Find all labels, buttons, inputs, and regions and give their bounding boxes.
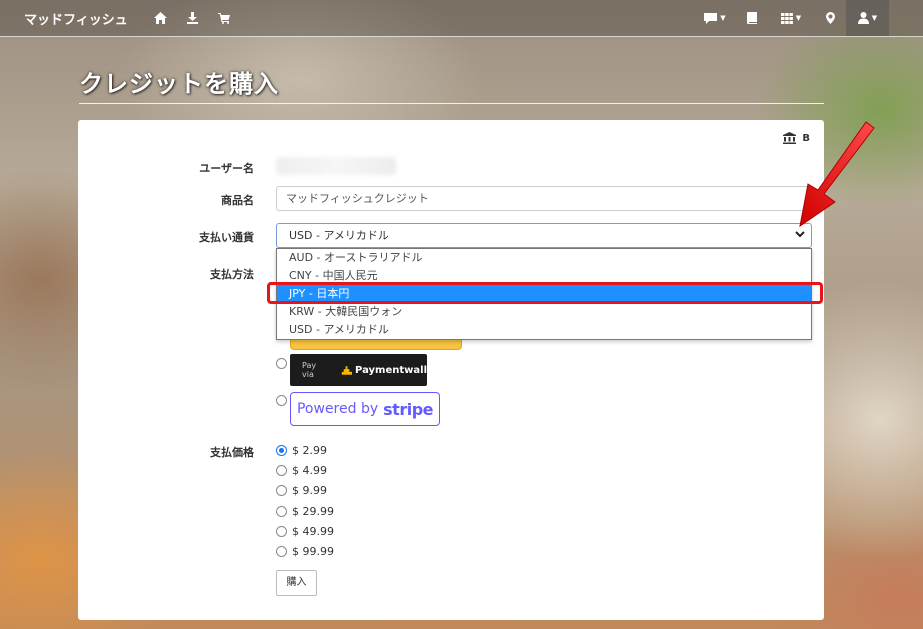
- currency-option-krw[interactable]: KRW - 大韓民国ウォン: [277, 303, 811, 321]
- stripe-button[interactable]: Powered by stripe: [290, 392, 440, 426]
- price-value: $ 29.99: [292, 505, 334, 518]
- buy-button[interactable]: 購入: [276, 570, 317, 596]
- price-value: $ 9.99: [292, 484, 327, 497]
- price-option[interactable]: $ 4.99: [276, 464, 327, 477]
- page-title: クレジットを購入: [79, 70, 279, 98]
- user-icon: [857, 12, 869, 24]
- currency-select-value: USD - アメリカドル: [289, 229, 389, 242]
- title-divider: [79, 103, 824, 104]
- chevron-down-icon: ▼: [795, 14, 802, 22]
- currency-option-aud[interactable]: AUD - オーストラリアドル: [277, 249, 811, 267]
- price-value: $ 4.99: [292, 464, 327, 477]
- brand-logo[interactable]: マッドフィッシュ: [24, 9, 128, 28]
- chat-dropdown[interactable]: ▼: [702, 0, 728, 36]
- chat-icon: [704, 12, 718, 24]
- price-radio[interactable]: [276, 465, 287, 476]
- stripe-logo-text: stripe: [383, 399, 433, 419]
- download-icon[interactable]: [185, 0, 199, 36]
- home-icon[interactable]: [152, 0, 168, 36]
- product-label: 商品名: [221, 194, 254, 207]
- price-radio[interactable]: [276, 506, 287, 517]
- currency-option-usd[interactable]: USD - アメリカドル: [277, 321, 811, 339]
- price-option[interactable]: $ 9.99: [276, 484, 327, 497]
- chevron-down-icon: ▼: [720, 14, 726, 22]
- paymentwall-button[interactable]: Pay via Paymentwall: [290, 354, 427, 386]
- stripe-radio[interactable]: [276, 395, 287, 406]
- price-value: $ 99.99: [292, 545, 334, 558]
- chevron-down-icon: ▼: [871, 14, 878, 22]
- paymentwall-via-text: Pay via: [302, 361, 317, 379]
- stripe-prefix: Powered by: [296, 401, 379, 417]
- price-option[interactable]: $ 99.99: [276, 545, 334, 558]
- payment-method-label: 支払方法: [210, 268, 254, 281]
- grid-dropdown[interactable]: ▼: [778, 0, 804, 36]
- top-navbar: マッドフィッシュ ▼ ▼ ▼: [0, 0, 923, 37]
- username-value-blurred: [276, 157, 396, 175]
- product-name-field[interactable]: マッドフィッシュクレジット: [276, 186, 812, 211]
- price-radio[interactable]: [276, 526, 287, 537]
- price-radio[interactable]: [276, 546, 287, 557]
- price-value: $ 49.99: [292, 525, 334, 538]
- user-menu[interactable]: ▼: [846, 0, 889, 36]
- currency-label: 支払い通貨: [199, 231, 254, 244]
- grid-icon: [780, 12, 793, 24]
- price-label: 支払価格: [210, 446, 254, 459]
- price-option[interactable]: $ 29.99: [276, 505, 334, 518]
- annotation-arrow-icon: [799, 121, 875, 228]
- map-marker-icon[interactable]: [823, 0, 837, 36]
- paymentwall-radio[interactable]: [276, 358, 287, 369]
- paymentwall-logo-icon: [338, 365, 353, 375]
- annotation-highlight-box: [267, 282, 823, 304]
- username-label: ユーザー名: [199, 162, 254, 175]
- price-radio[interactable]: [276, 445, 287, 456]
- purchase-form-panel: B ユーザー名 商品名 マッドフィッシュクレジット 支払い通貨 USD - アメ…: [78, 120, 824, 620]
- price-option[interactable]: $ 49.99: [276, 525, 334, 538]
- currency-select[interactable]: USD - アメリカドル: [276, 223, 812, 248]
- paymentwall-name: Paymentwall: [355, 364, 427, 376]
- cart-icon[interactable]: [217, 0, 231, 36]
- price-radio[interactable]: [276, 485, 287, 496]
- price-option[interactable]: $ 2.99: [276, 444, 327, 457]
- book-icon[interactable]: [745, 0, 759, 36]
- price-value: $ 2.99: [292, 444, 327, 457]
